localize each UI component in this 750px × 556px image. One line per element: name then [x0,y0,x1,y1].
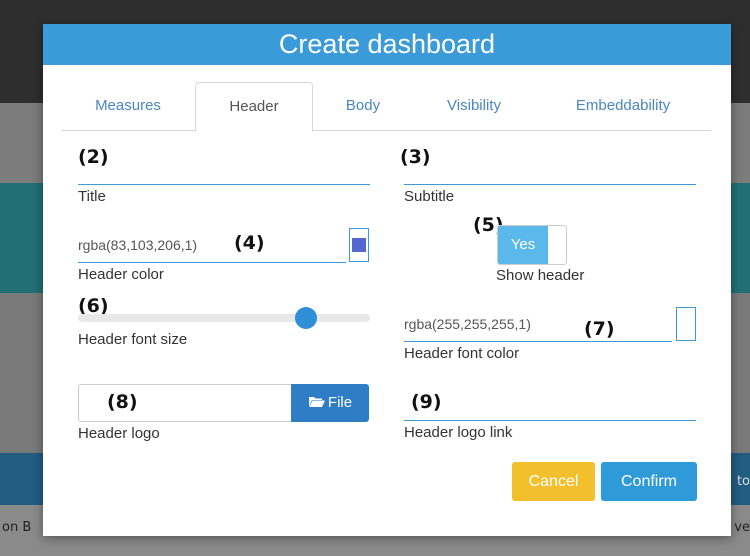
tab-header[interactable]: Header [195,82,313,132]
tab-visibility[interactable]: Visibility [413,82,535,130]
modal-title: Create dashboard [43,24,731,65]
subtitle-label: Subtitle [404,188,455,205]
header-font-size-slider[interactable] [78,314,370,322]
show-header-toggle[interactable]: Yes [497,225,567,265]
annotation-label: (7) [584,318,615,340]
file-button-label: File [327,394,353,411]
header-font-color-swatch[interactable] [676,307,696,341]
header-color-input[interactable] [78,228,346,263]
title-input[interactable] [78,150,370,185]
color-preview [352,238,366,252]
background-text: ve [734,520,750,535]
cancel-button[interactable]: Cancel [512,462,595,501]
background-text: to [736,474,750,489]
title-label: Title [78,188,106,205]
background-text: on B [2,520,32,535]
header-logo-link-label: Header logo link [404,424,513,441]
header-logo-link-input[interactable] [404,386,696,421]
show-header-label: Show header [496,267,585,284]
color-preview [679,317,693,331]
tab-body[interactable]: Body [313,82,413,130]
tab-bar: Measures Header Body Visibility Embeddab… [61,82,711,132]
header-font-color-label: Header font color [404,345,520,362]
tab-embeddability[interactable]: Embeddability [535,82,711,130]
header-font-color-input[interactable] [404,307,672,342]
header-color-swatch[interactable] [349,228,369,262]
toggle-on-label: Yes [498,226,548,264]
slider-handle[interactable] [294,307,317,329]
annotation-label: (8) [107,391,138,413]
create-dashboard-modal: Create dashboard Measures Header Body Vi… [43,24,731,536]
file-button[interactable]: File [291,384,369,422]
confirm-button[interactable]: Confirm [601,462,697,501]
header-font-size-label: Header font size [78,331,188,348]
folder-open-icon [308,385,326,407]
tab-measures[interactable]: Measures [61,82,195,130]
subtitle-input[interactable] [404,150,696,185]
header-logo-label: Header logo [78,425,160,442]
header-color-label: Header color [78,266,164,283]
annotation-label: (4) [234,232,265,254]
